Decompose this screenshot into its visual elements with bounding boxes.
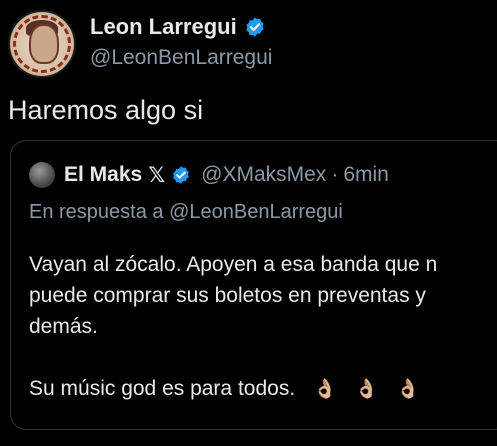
ok-hand-emoji-icon: 👌🏼 xyxy=(354,379,379,400)
quoted-text-line-last: Su músic god es para todos. 👌🏼 👌🏼 👌🏼 xyxy=(29,373,497,405)
ok-hand-emoji-icon: 👌🏼 xyxy=(313,379,337,400)
author-name[interactable]: Leon Larregui xyxy=(90,14,237,40)
x-logo-icon: 𝕏 xyxy=(148,163,166,187)
meta-separator: · xyxy=(331,163,339,186)
quoted-timestamp[interactable]: 6min xyxy=(343,163,389,187)
author-name-row: Leon Larregui xyxy=(90,14,266,40)
verified-badge-icon xyxy=(246,17,264,37)
author-avatar[interactable] xyxy=(8,10,76,78)
reply-context: En respuesta a @LeonBenLarregui xyxy=(29,201,343,223)
quoted-author-name[interactable]: El Maks xyxy=(64,163,142,187)
quoted-text-line: demás. xyxy=(29,315,98,338)
quoted-tweet[interactable]: El Maks 𝕏 @XMaksMex · 6min En respuesta … xyxy=(10,140,497,430)
quoted-author-handle[interactable]: @XMaksMex xyxy=(201,163,326,187)
quoted-text-line: puede comprar sus boletos en preventas y xyxy=(29,284,426,307)
quoted-text-final: Su músic god es para todos. xyxy=(29,377,296,400)
author-handle[interactable]: @LeonBenLarregui xyxy=(90,46,272,70)
quoted-verified-badge-icon xyxy=(173,166,189,184)
quoted-author-avatar[interactable] xyxy=(29,162,55,188)
avatar-face xyxy=(29,24,59,64)
ok-hand-emoji-icon: 👌🏼 xyxy=(396,379,420,400)
quoted-text-line: Vayan al zócalo. Apoyen a esa banda que … xyxy=(29,253,438,276)
quoted-tweet-header: El Maks 𝕏 @XMaksMex · 6min xyxy=(29,162,389,188)
quoted-tweet-body: Vayan al zócalo. Apoyen a esa banda que … xyxy=(29,249,497,405)
tweet-card: Leon Larregui @LeonBenLarregui Haremos a… xyxy=(0,0,497,446)
tweet-text: Haremos algo si xyxy=(8,95,204,125)
